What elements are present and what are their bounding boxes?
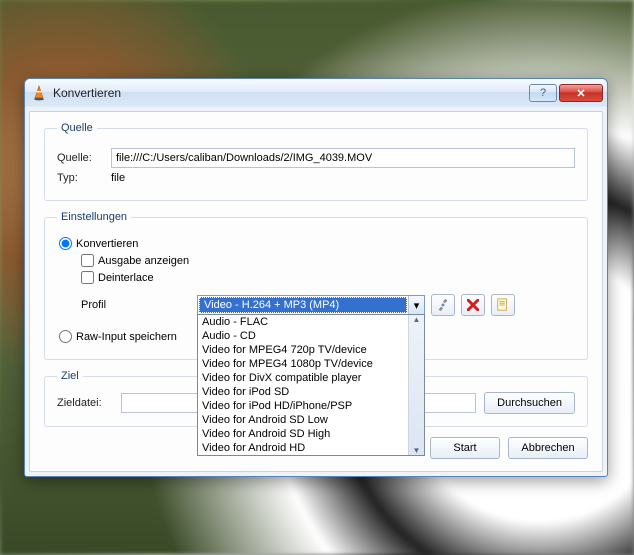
- tools-icon: [436, 298, 450, 312]
- list-item[interactable]: Video for iPod SD: [198, 385, 424, 399]
- source-input[interactable]: [111, 148, 575, 168]
- cancel-button[interactable]: Abbrechen: [508, 437, 588, 459]
- new-profile-button[interactable]: [491, 294, 515, 316]
- profile-selected: Video - H.264 + MP3 (MP4): [199, 297, 407, 313]
- start-button[interactable]: Start: [430, 437, 500, 459]
- scrollbar[interactable]: ▲▼: [408, 315, 424, 455]
- window-title: Konvertieren: [53, 86, 529, 100]
- target-legend: Ziel: [57, 370, 83, 382]
- new-profile-icon: [496, 298, 510, 312]
- list-item[interactable]: Video for Android HD: [198, 441, 424, 455]
- list-item[interactable]: Audio - CD: [198, 329, 424, 343]
- type-value: file: [111, 172, 125, 184]
- app-icon: [31, 85, 47, 101]
- list-item[interactable]: Video for DivX compatible player: [198, 371, 424, 385]
- raw-input-label: Raw-Input speichern: [76, 331, 177, 343]
- profile-combobox[interactable]: Video - H.264 + MP3 (MP4) ▾ Audio - FLAC…: [197, 295, 425, 315]
- settings-legend: Einstellungen: [57, 211, 131, 223]
- convert-dialog-window: Konvertieren ? ✕ Quelle Quelle: Typ: fil…: [24, 78, 608, 477]
- edit-profile-button[interactable]: [431, 294, 455, 316]
- delete-profile-button[interactable]: [461, 294, 485, 316]
- type-label: Typ:: [57, 172, 105, 184]
- profile-dropdown-list[interactable]: Audio - FLAC Audio - CD Video for MPEG4 …: [197, 314, 425, 456]
- convert-radio[interactable]: [59, 237, 72, 250]
- show-output-checkbox[interactable]: [81, 254, 94, 267]
- list-item[interactable]: Video for Android SD Low: [198, 413, 424, 427]
- list-item[interactable]: Video for MPEG4 1080p TV/device: [198, 357, 424, 371]
- list-item[interactable]: Video for Android SD High: [198, 427, 424, 441]
- browse-button[interactable]: Durchsuchen: [484, 392, 575, 414]
- help-button[interactable]: ?: [529, 84, 557, 102]
- show-output-label: Ausgabe anzeigen: [98, 255, 189, 267]
- source-group: Quelle Quelle: Typ: file: [44, 122, 588, 201]
- list-item[interactable]: Audio - FLAC: [198, 315, 424, 329]
- deinterlace-checkbox[interactable]: [81, 271, 94, 284]
- list-item[interactable]: Video for MPEG4 720p TV/device: [198, 343, 424, 357]
- titlebar[interactable]: Konvertieren ? ✕: [25, 79, 607, 107]
- close-button[interactable]: ✕: [559, 84, 603, 102]
- list-item[interactable]: Video for iPod HD/iPhone/PSP: [198, 399, 424, 413]
- convert-radio-label: Konvertieren: [76, 238, 138, 250]
- raw-input-radio[interactable]: [59, 330, 72, 343]
- chevron-down-icon[interactable]: ▾: [408, 296, 424, 314]
- source-label: Quelle:: [57, 152, 105, 164]
- settings-group: Einstellungen Konvertieren Ausgabe anzei…: [44, 211, 588, 360]
- source-legend: Quelle: [57, 122, 97, 134]
- target-label: Zieldatei:: [57, 397, 113, 409]
- help-icon: ?: [540, 87, 546, 99]
- delete-icon: [467, 299, 479, 311]
- dialog-client-area: Quelle Quelle: Typ: file Einstellungen K…: [29, 111, 603, 472]
- close-icon: ✕: [576, 87, 585, 100]
- profile-label: Profil: [81, 299, 191, 311]
- deinterlace-label: Deinterlace: [98, 272, 154, 284]
